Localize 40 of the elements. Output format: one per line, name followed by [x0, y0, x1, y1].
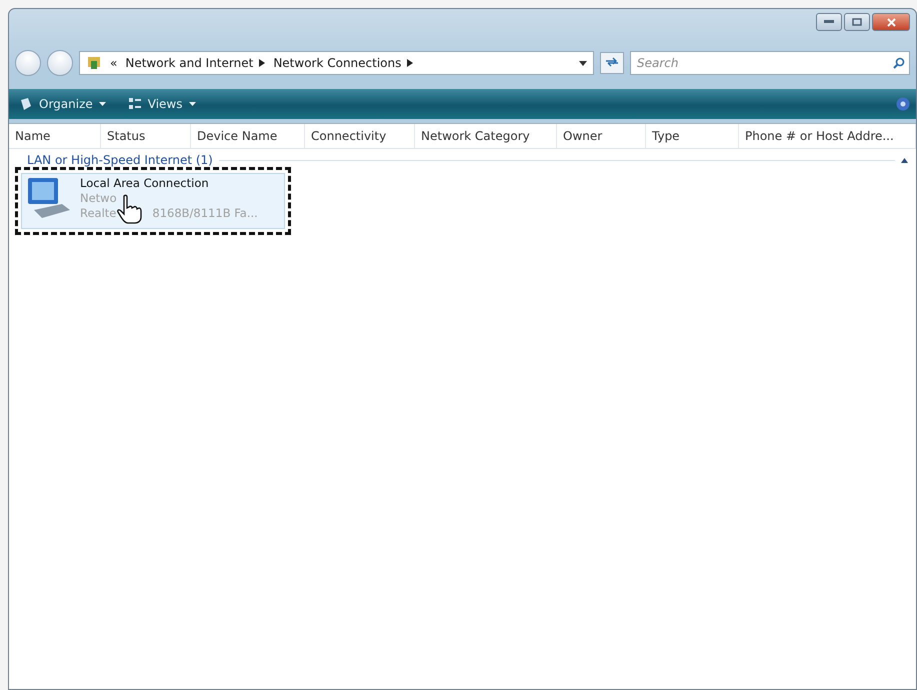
minimize-icon: [824, 20, 834, 24]
hand-cursor-icon: [116, 194, 142, 224]
chevron-icon: [259, 59, 266, 67]
collapse-icon[interactable]: [901, 158, 908, 162]
column-header[interactable]: Type: [646, 124, 739, 148]
close-icon: [886, 18, 896, 26]
column-header[interactable]: Connectivity: [305, 124, 415, 148]
close-button[interactable]: [872, 13, 910, 31]
breadcrumb[interactable]: «: [110, 56, 118, 70]
caret-icon: [98, 102, 106, 106]
search-field[interactable]: Search: [630, 51, 910, 75]
help-icon[interactable]: [896, 97, 910, 111]
address-bar[interactable]: « Network and Internet Network Connections: [79, 51, 594, 75]
caret-icon: [188, 102, 196, 106]
column-header[interactable]: Phone # or Host Addre...: [739, 124, 916, 148]
refresh-button[interactable]: [600, 52, 624, 74]
column-header[interactable]: Network Category: [415, 124, 557, 148]
maximize-icon: [852, 18, 862, 26]
column-header[interactable]: Status: [101, 124, 191, 148]
toolbar-button[interactable]: Views: [124, 95, 200, 113]
views-icon: [128, 97, 142, 111]
network-folder-icon: [86, 55, 102, 71]
minimize-button[interactable]: [816, 13, 842, 31]
connection-status: Netwo: [80, 191, 118, 206]
search-icon[interactable]: [893, 57, 905, 69]
device-name: 8168B/8111B Fa...: [152, 206, 258, 221]
maximize-button[interactable]: [844, 13, 870, 31]
column-header[interactable]: Device Name: [191, 124, 305, 148]
toolbar-button[interactable]: Organize: [15, 95, 110, 113]
breadcrumb[interactable]: Network and Internet: [125, 56, 266, 70]
connection-name: Local Area Connection: [80, 176, 210, 191]
device-name: Realte: [80, 206, 116, 221]
dropdown-icon[interactable]: [579, 60, 587, 66]
chevron-icon: [407, 59, 414, 67]
column-header[interactable]: Owner: [557, 124, 646, 148]
refresh-icon: [605, 57, 619, 67]
breadcrumb[interactable]: Network Connections: [273, 56, 414, 70]
group-header[interactable]: LAN or High-Speed Internet (1): [27, 153, 213, 167]
column-header[interactable]: Name: [9, 124, 101, 148]
organize-icon: [19, 97, 33, 111]
